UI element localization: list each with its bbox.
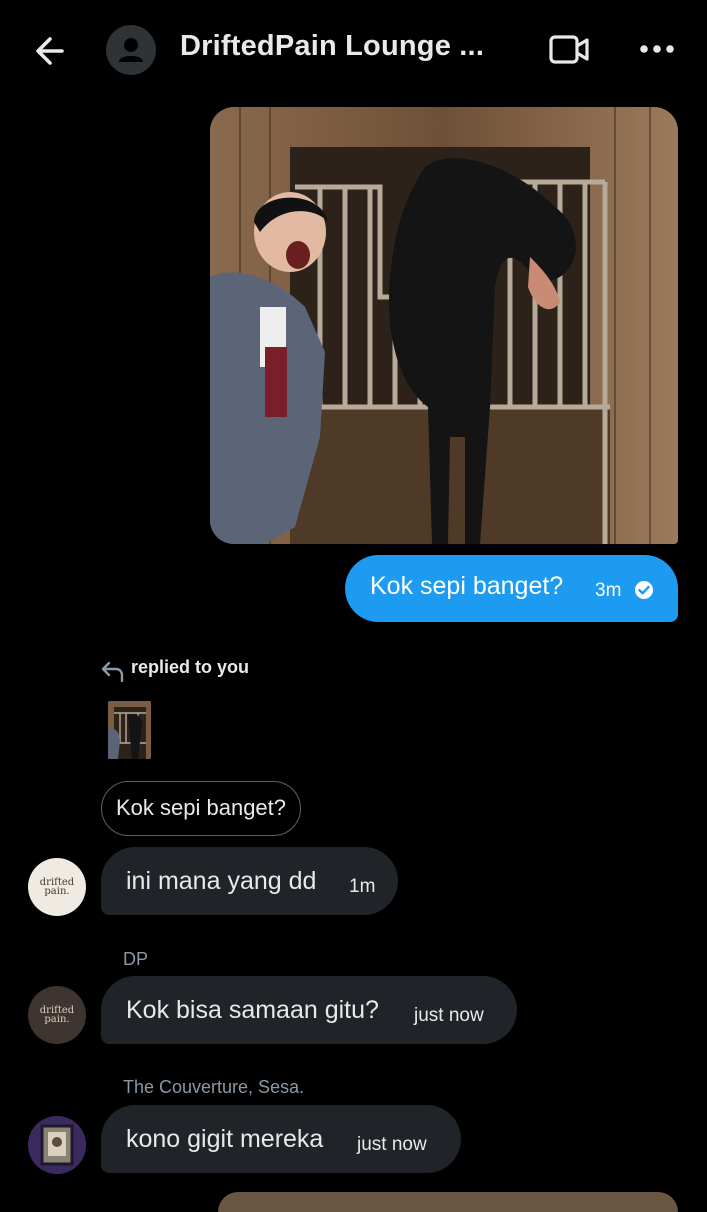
message-time: just now <box>414 1005 484 1026</box>
message-time: 1m <box>349 876 376 897</box>
quoted-message-pill[interactable]: Kok sepi banget? <box>101 781 302 836</box>
message-text: kono gigit mereka <box>126 1125 324 1153</box>
shared-photo[interactable] <box>210 107 678 544</box>
avatar-logo-text: drifted pain. <box>39 877 75 897</box>
reply-arrow-icon <box>101 660 125 683</box>
incoming-message-bubble[interactable]: kono gigit mereka just now <box>101 1105 461 1173</box>
sender-name: DP <box>123 949 149 969</box>
incoming-message-bubble[interactable]: ini mana yang dd 1m <box>101 847 398 915</box>
message-text: ini mana yang dd <box>126 867 317 895</box>
group-avatar-icon[interactable] <box>106 25 156 75</box>
outgoing-message-bubble[interactable]: Kok sepi banget? 3m <box>345 555 678 622</box>
back-arrow-icon[interactable] <box>30 30 72 72</box>
conversation-title[interactable]: DriftedPain Lounge ... <box>180 30 484 63</box>
message-time: just now <box>357 1134 427 1155</box>
next-photo-preview[interactable] <box>218 1192 678 1212</box>
sender-avatar[interactable]: drifted pain. <box>28 858 86 916</box>
more-options-icon[interactable] <box>636 36 678 62</box>
message-time: 3m <box>595 580 622 601</box>
video-call-icon[interactable] <box>548 32 592 68</box>
avatar-image-icon <box>28 1116 86 1174</box>
sender-avatar[interactable] <box>28 1116 86 1174</box>
sent-check-icon <box>634 580 654 600</box>
avatar-logo-text: drifted pain. <box>39 1005 75 1025</box>
quoted-photo-thumbnail[interactable] <box>108 701 151 759</box>
sender-avatar[interactable]: drifted pain. <box>28 986 86 1044</box>
message-text: Kok sepi banget? <box>370 572 564 600</box>
message-text: Kok bisa samaan gitu? <box>126 996 379 1024</box>
sender-name: The Couverture, Sesa. <box>123 1077 305 1097</box>
incoming-message-bubble[interactable]: Kok bisa samaan gitu? just now <box>101 976 517 1044</box>
replied-to-you-label: replied to you <box>131 657 250 677</box>
